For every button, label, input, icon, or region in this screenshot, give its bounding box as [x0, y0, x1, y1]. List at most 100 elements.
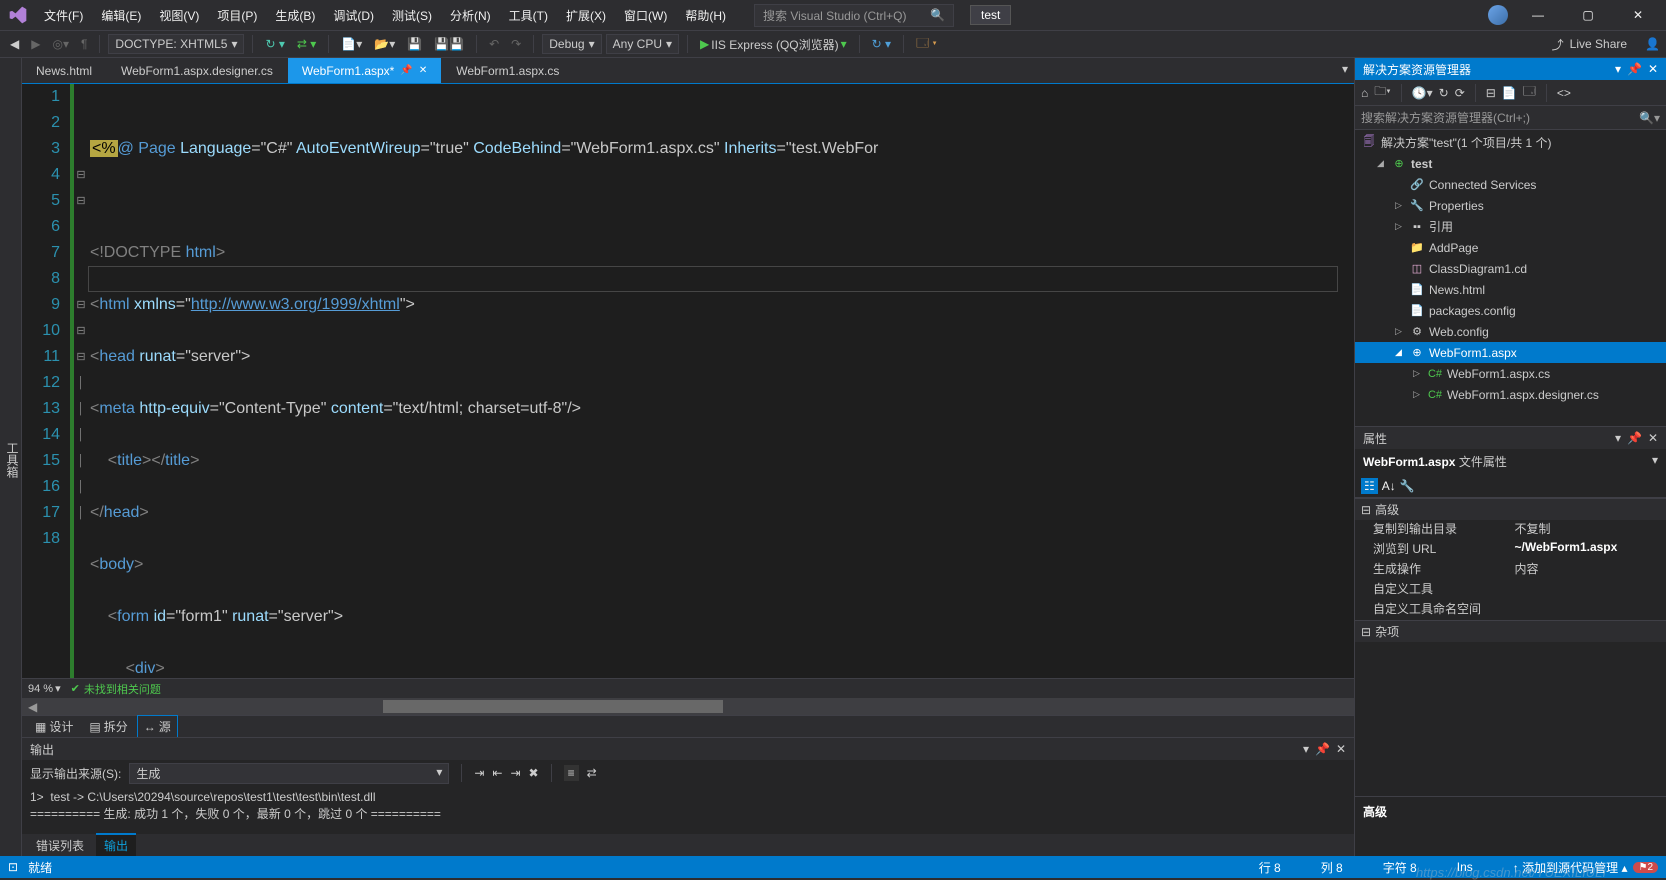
search-vs-input[interactable]: 搜索 Visual Studio (Ctrl+Q) 🔍 [754, 4, 954, 27]
menu-project[interactable]: 项目(P) [209, 3, 265, 28]
solution-tree[interactable]: 🗐解决方案"test"(1 个项目/共 1 个) ◢⊕test 🔗Connect… [1355, 130, 1666, 426]
refresh-button[interactable]: ↻ ▾ [261, 35, 288, 53]
sync-icon[interactable]: ↻ [1439, 86, 1449, 100]
config-dropdown[interactable]: Debug ▾ [542, 34, 601, 54]
close-panel-icon[interactable]: ✕ [1336, 742, 1346, 756]
tab-designer-cs[interactable]: WebForm1.aspx.designer.cs [107, 58, 288, 83]
tree-webconfig[interactable]: ▷⚙Web.config [1355, 321, 1666, 342]
toolbox-sidebar-tab[interactable]: 工具箱 [0, 58, 22, 856]
platform-dropdown[interactable]: Any CPU ▾ [606, 34, 679, 54]
fold-column[interactable]: ⊟⊟ ⊟⊟⊟││││││ [74, 84, 88, 678]
pin-icon[interactable]: 📌 [400, 65, 412, 76]
nav-fwd-button[interactable]: ▶ [27, 35, 44, 53]
tab-webform-aspx[interactable]: WebForm1.aspx*📌✕ [288, 58, 442, 83]
clear-icon[interactable]: ✖ [529, 766, 539, 780]
maximize-button[interactable]: ▢ [1568, 1, 1608, 29]
menu-view[interactable]: 视图(V) [151, 3, 207, 28]
admin-icon[interactable]: 👤 [1645, 37, 1660, 51]
props-page-icon[interactable]: 🔧 [1400, 479, 1415, 493]
browser-button[interactable]: 🗔 ▾ [912, 32, 941, 57]
pin-icon[interactable]: 📌 [1627, 431, 1642, 445]
menu-debug[interactable]: 调试(D) [325, 3, 382, 28]
show-all-icon[interactable]: 📄 [1502, 86, 1517, 100]
tab-news-html[interactable]: News.html [22, 58, 107, 83]
pin-icon[interactable]: 📌 [1627, 62, 1642, 76]
doctype-dropdown[interactable]: DOCTYPE: XHTML5 ▾ [108, 34, 244, 54]
properties-target[interactable]: WebForm1.aspx 文件属性 ▾ [1355, 449, 1666, 474]
bottom-tab-errors[interactable]: 错误列表 [28, 835, 92, 856]
tree-addpage[interactable]: 📁AddPage [1355, 237, 1666, 258]
menu-test[interactable]: 测试(S) [384, 3, 440, 28]
menu-extensions[interactable]: 扩展(X) [558, 3, 614, 28]
new-file-button[interactable]: 📄▾ [337, 35, 366, 53]
new-target-button[interactable]: ◎▾ [48, 35, 73, 53]
open-file-button[interactable]: 📂▾ [370, 35, 399, 53]
tree-properties[interactable]: ▷🔧Properties [1355, 195, 1666, 216]
menu-help[interactable]: 帮助(H) [677, 3, 734, 28]
toggle-icon[interactable]: ⇄ [587, 766, 597, 780]
prev-icon[interactable]: ⇤ [492, 766, 502, 780]
close-icon[interactable]: ✕ [1648, 431, 1658, 445]
view-design-tab[interactable]: ▦ 设计 [28, 715, 80, 738]
tab-webform-cs[interactable]: WebForm1.aspx.cs [442, 58, 574, 83]
collapse-icon[interactable]: ⊟ [1486, 86, 1496, 100]
categorize-icon[interactable]: ☷ [1361, 478, 1378, 494]
wrap-icon[interactable]: ≡ [564, 765, 579, 781]
close-button[interactable]: ✕ [1618, 1, 1658, 29]
minimize-button[interactable]: — [1518, 1, 1558, 29]
tree-project[interactable]: ◢⊕test [1355, 153, 1666, 174]
user-avatar[interactable] [1488, 5, 1508, 25]
paragraph-button[interactable]: ¶ [77, 35, 91, 53]
bottom-tab-output[interactable]: 输出 [96, 833, 136, 856]
solution-search-input[interactable]: 搜索解决方案资源管理器(Ctrl+;) 🔍▾ [1355, 106, 1666, 130]
code-body[interactable]: <%@ Page Language="C#" AutoEventWireup="… [88, 84, 1354, 678]
props-cat-misc[interactable]: ⊟杂项 [1355, 620, 1666, 642]
props-cat-advanced[interactable]: ⊟高级 [1355, 498, 1666, 520]
no-issues-indicator[interactable]: ✔ 未找到相关问题 [71, 681, 161, 697]
menu-window[interactable]: 窗口(W) [616, 3, 675, 28]
home-icon[interactable]: ⌂ [1361, 86, 1368, 100]
pin-icon[interactable]: 📌 [1315, 742, 1330, 756]
tree-connected-services[interactable]: 🔗Connected Services [1355, 174, 1666, 195]
scope-icon[interactable]: 🗀▾ [1374, 82, 1390, 103]
output-text[interactable]: 1> test -> C:\Users\20294\source\repos\t… [22, 786, 1354, 834]
zoom-dropdown[interactable]: 94 % ▾ [28, 682, 61, 695]
menu-edit[interactable]: 编辑(E) [93, 3, 149, 28]
tree-references[interactable]: ▷▪▪引用 [1355, 216, 1666, 237]
next-icon[interactable]: ⇥ [510, 766, 520, 780]
menu-tools[interactable]: 工具(T) [501, 3, 556, 28]
tree-classdiagram[interactable]: ◫ClassDiagram1.cd [1355, 258, 1666, 279]
run-button[interactable]: ▶ IIS Express (QQ浏览器) ▾ [696, 34, 851, 55]
goto-icon[interactable]: ⇥ [474, 766, 484, 780]
close-tab-icon[interactable]: ✕ [419, 65, 427, 76]
notifications-badge[interactable]: ⚑2 [1633, 862, 1658, 873]
tree-news-html[interactable]: 📄News.html [1355, 279, 1666, 300]
output-source-dropdown[interactable]: 生成▾ [129, 763, 449, 784]
menu-build[interactable]: 生成(B) [267, 3, 323, 28]
dropdown-icon[interactable]: ▾ [1615, 62, 1621, 76]
undo-button[interactable]: ↶ [485, 35, 503, 53]
tree-packages[interactable]: 📄packages.config [1355, 300, 1666, 321]
code-editor[interactable]: 123456789101112131415161718 ⊟⊟ ⊟⊟⊟││││││… [22, 84, 1354, 678]
redo-button[interactable]: ↷ [507, 35, 525, 53]
dropdown-icon[interactable]: ▾ [1615, 431, 1621, 445]
browser-link-button[interactable]: ⇄ ▾ [293, 35, 320, 53]
view-code-icon[interactable]: <> [1557, 86, 1571, 100]
view-source-tab[interactable]: ↔ 源 [137, 715, 178, 738]
menu-analyze[interactable]: 分析(N) [442, 3, 499, 28]
save-all-button[interactable]: 💾💾 [430, 35, 468, 53]
add-source-control-button[interactable]: ↑ 添加到源代码管理 ▴ [1513, 859, 1628, 876]
view-split-tab[interactable]: ▤ 拆分 [82, 715, 134, 738]
tree-solution-root[interactable]: 🗐解决方案"test"(1 个项目/共 1 个) [1355, 132, 1666, 153]
tree-webform-aspx[interactable]: ◢⊕WebForm1.aspx [1355, 342, 1666, 363]
horizontal-scrollbar[interactable]: ◀ [22, 698, 1354, 715]
dropdown-icon[interactable]: ▾ [1303, 742, 1309, 756]
alpha-icon[interactable]: A↓ [1382, 479, 1396, 493]
tree-webform-cs[interactable]: ▷C#WebForm1.aspx.cs [1355, 363, 1666, 384]
nav-back-button[interactable]: ◀ [6, 35, 23, 53]
close-icon[interactable]: ✕ [1648, 62, 1658, 76]
refresh-icon[interactable]: ⟳ [1455, 86, 1465, 100]
refresh2-button[interactable]: ↻ ▾ [868, 35, 895, 53]
liveshare-button[interactable]: Live Share [1570, 37, 1627, 51]
window-icon[interactable]: ⊡ [8, 860, 18, 874]
